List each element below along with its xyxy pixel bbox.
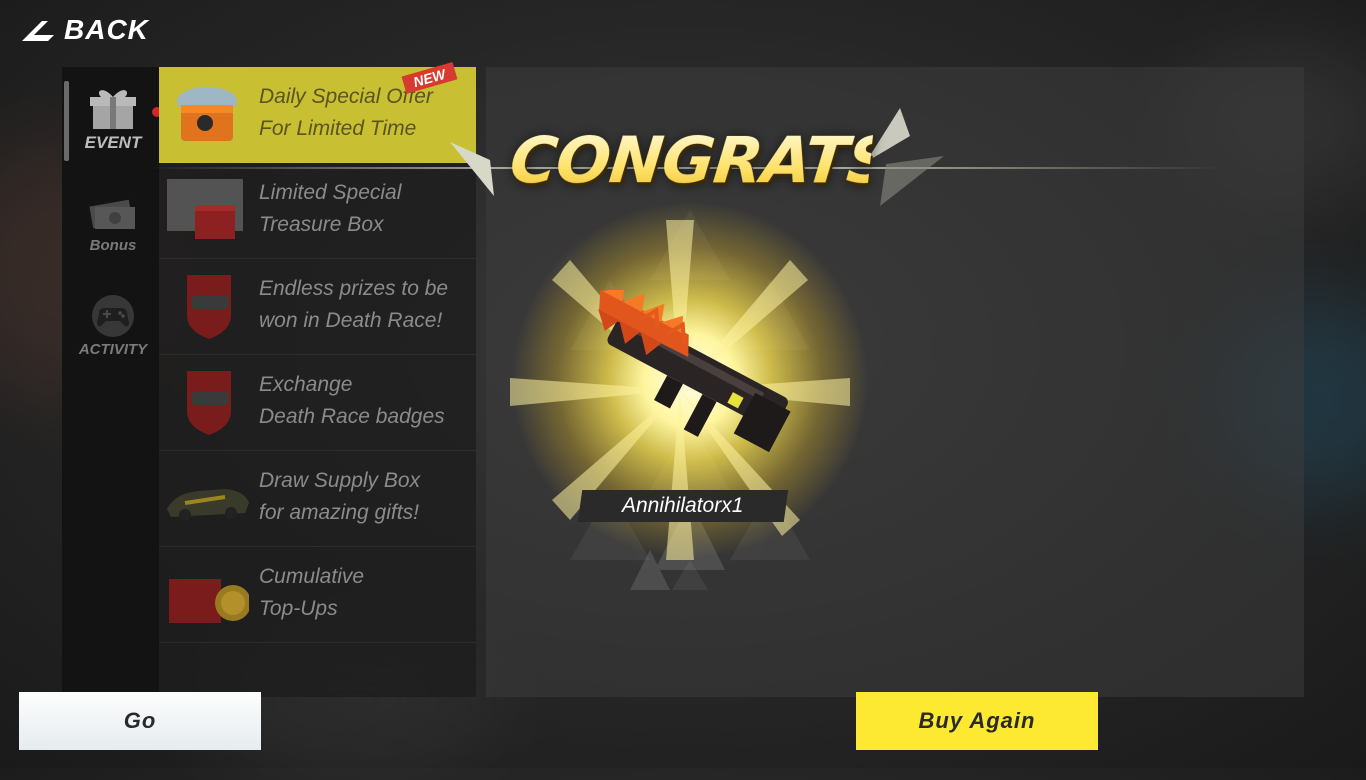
rifle-icon <box>598 290 791 453</box>
event-subtitle: Death Race badges <box>259 405 445 428</box>
go-button[interactable]: Go <box>19 692 261 750</box>
gift-icon <box>87 85 139 131</box>
cash-icon <box>87 189 139 235</box>
congrats-title: CONGRATS! <box>506 124 924 204</box>
sidebar-tab-activity-label: ACTIVITY <box>78 341 148 358</box>
sidebar-tab-event[interactable]: EVENT <box>72 85 162 153</box>
sidebar-tab-bonus-label: Bonus <box>89 237 137 254</box>
item-name-plate: Annihilatorx1 <box>577 490 789 522</box>
event-item-exchange-badges[interactable]: Exchange Death Race badges <box>159 355 476 451</box>
event-title: Limited Special <box>259 181 402 204</box>
gem-chest-icon <box>165 79 249 149</box>
shard-left <box>450 142 494 196</box>
event-subtitle: For Limited Time <box>259 117 417 140</box>
event-item-daily-offer[interactable]: Daily Special Offer For Limited Time NEW <box>159 62 476 163</box>
event-panel: EVENT Bonus ACTIVITY Daily Special Offer… <box>62 62 476 697</box>
sidebar-tab-bonus[interactable]: Bonus <box>72 189 154 254</box>
event-title: Cumulative <box>259 565 365 588</box>
gamepad-icon <box>87 293 139 339</box>
event-item-death-race-prizes[interactable]: Endless prizes to be won in Death Race! <box>159 259 476 355</box>
buy-again-button[interactable]: Buy Again <box>856 692 1098 750</box>
sidebar-tab-event-label: EVENT <box>84 133 142 152</box>
event-title: Exchange <box>259 373 353 396</box>
item-name: Annihilatorx1 <box>622 494 744 517</box>
race-car-icon <box>165 463 249 533</box>
event-subtitle: won in Death Race! <box>259 309 443 332</box>
back-arrow-icon <box>20 17 56 43</box>
death-race-badge-icon <box>165 367 249 437</box>
event-list: Daily Special Offer For Limited Time NEW… <box>159 62 476 697</box>
back-label: BACK <box>64 14 149 45</box>
sidebar: EVENT Bonus ACTIVITY <box>62 67 162 697</box>
event-title: Daily Special Offer <box>259 85 433 108</box>
event-subtitle: Top-Ups <box>259 597 338 620</box>
back-button[interactable]: BACK <box>20 12 149 48</box>
event-item-supply-box[interactable]: Draw Supply Box for amazing gifts! <box>159 451 476 547</box>
event-subtitle: Treasure Box <box>259 213 384 236</box>
sidebar-tab-activity[interactable]: ACTIVITY <box>72 293 154 358</box>
death-race-shield-icon <box>165 271 249 341</box>
coin-box-icon <box>165 559 251 629</box>
event-subtitle: for amazing gifts! <box>259 501 419 524</box>
sidebar-scrollbar[interactable] <box>64 81 69 161</box>
event-item-cumulative-topups[interactable]: Cumulative Top-Ups <box>159 547 476 643</box>
event-title: Draw Supply Box <box>259 469 421 492</box>
treasure-box-icon <box>165 175 249 245</box>
event-item-treasure-box[interactable]: Limited Special Treasure Box <box>159 163 476 259</box>
event-title: Endless prizes to be <box>259 277 449 300</box>
